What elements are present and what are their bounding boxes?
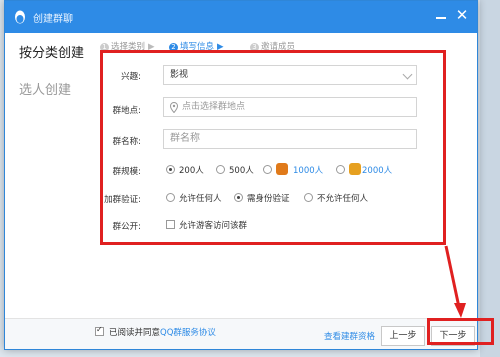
service-agreement-link[interactable]: QQ群服务协议 (160, 328, 216, 338)
window-title: 创建群聊 (33, 14, 73, 25)
form-highlight-box (100, 50, 446, 245)
minimize-button[interactable] (433, 7, 449, 23)
prev-step-button[interactable]: 上一步 (381, 326, 425, 346)
agree-text: 已阅读并同意QQ群服务协议 (109, 328, 216, 338)
close-button[interactable]: ✕ (453, 6, 471, 24)
next-button-highlight-box (427, 318, 494, 345)
background-window-edge (480, 0, 500, 357)
nav-select-people[interactable]: 选人创建 (19, 79, 71, 98)
title-bar: 创建群聊 ✕ (5, 1, 477, 33)
qq-penguin-icon (15, 10, 25, 24)
group-qualification-link[interactable]: 查看建群资格 (324, 330, 375, 342)
agree-checkbox[interactable] (95, 325, 104, 336)
nav-by-category[interactable]: 按分类创建 (19, 42, 84, 61)
close-icon: ✕ (455, 6, 469, 24)
